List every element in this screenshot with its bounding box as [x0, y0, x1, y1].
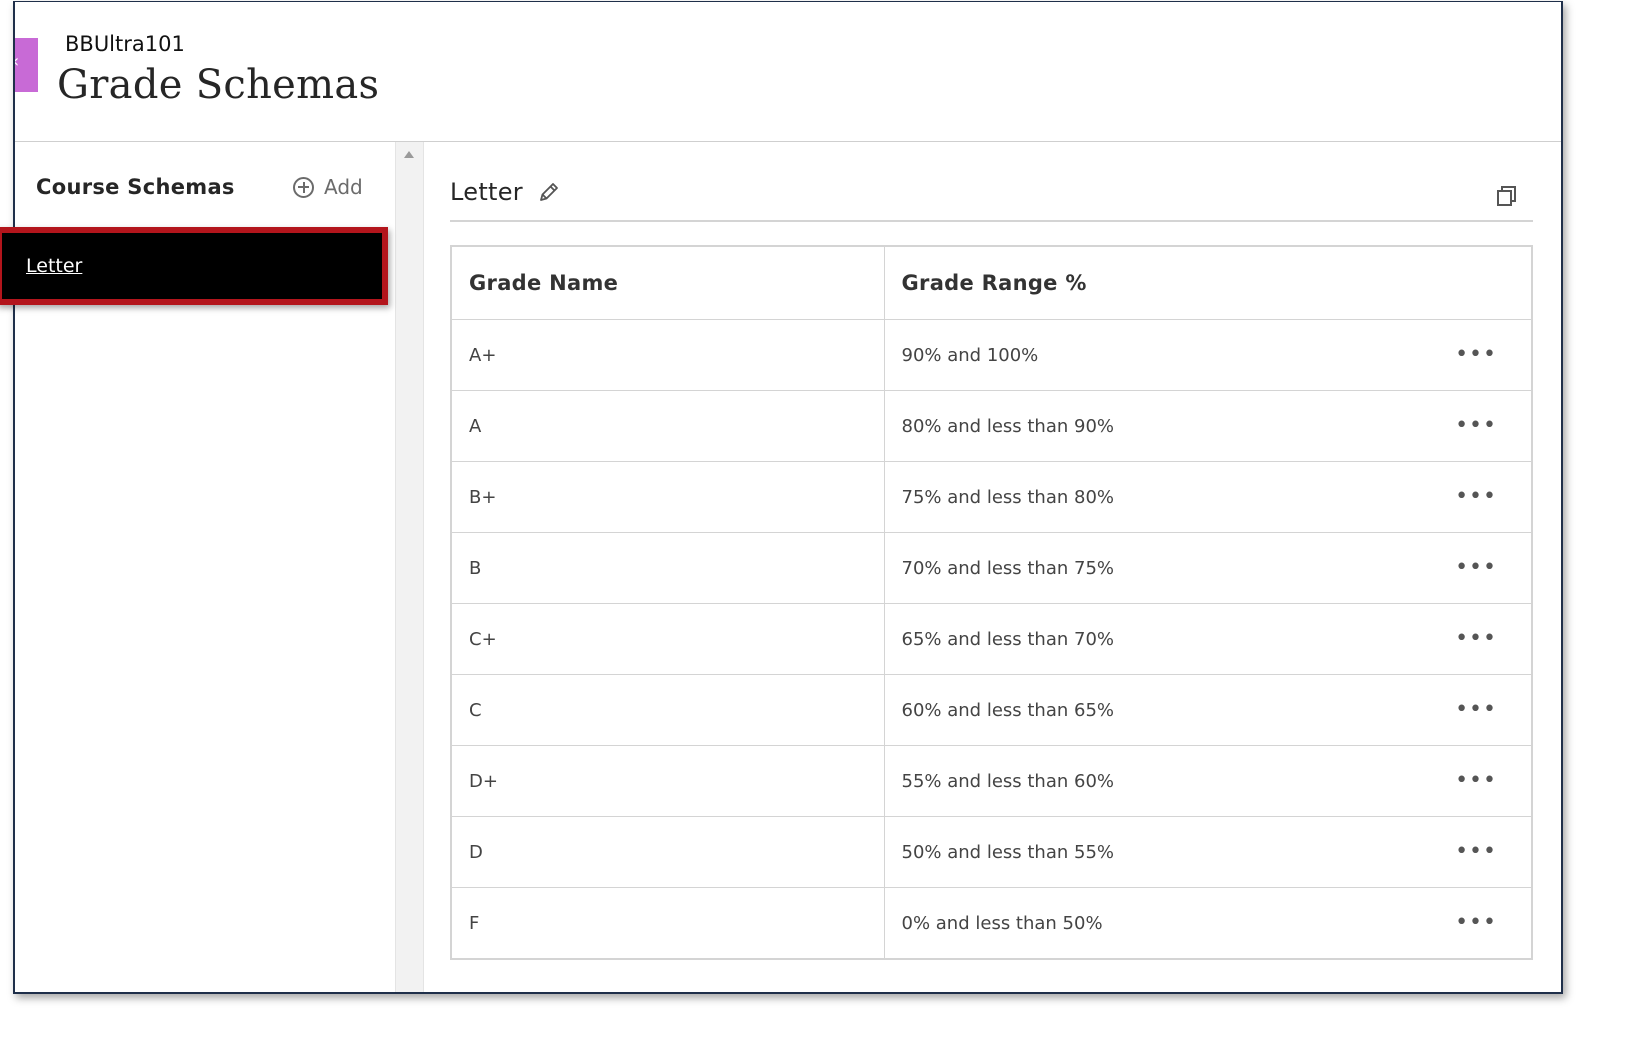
more-options-icon[interactable]: •••: [1455, 415, 1497, 437]
grade-name-cell: F: [450, 887, 885, 960]
table-row: B 70% and less than 75% •••: [450, 532, 1533, 604]
grade-range-cell: 75% and less than 80% •••: [883, 461, 1533, 533]
more-options-icon[interactable]: •••: [1455, 699, 1497, 721]
table-row: D 50% and less than 55% •••: [450, 816, 1533, 888]
more-options-icon[interactable]: •••: [1455, 486, 1497, 508]
back-button[interactable]: ‹: [15, 38, 38, 92]
more-options-icon[interactable]: •••: [1455, 557, 1497, 579]
grade-range-cell: 70% and less than 75% •••: [883, 532, 1533, 604]
grade-name-cell: C: [450, 674, 885, 746]
grade-name-cell: A: [450, 390, 885, 462]
course-schemas-heading: Course Schemas: [36, 175, 235, 199]
grade-name-cell: A+: [450, 319, 885, 391]
grade-range-text: 80% and less than 90%: [901, 415, 1115, 437]
grade-range-cell: 55% and less than 60% •••: [883, 745, 1533, 817]
column-header-grade-name: Grade Name: [450, 245, 885, 320]
grade-name-cell: D: [450, 816, 885, 888]
table-header-row: Grade Name Grade Range %: [450, 245, 1533, 320]
grade-range-cell: 90% and 100% •••: [883, 319, 1533, 391]
grade-range-cell: 80% and less than 90% •••: [883, 390, 1533, 462]
schema-item-letter[interactable]: Letter: [2, 233, 382, 299]
grade-range-text: 60% and less than 65%: [901, 699, 1115, 721]
detail-divider: [450, 220, 1533, 222]
grade-range-text: 65% and less than 70%: [901, 628, 1115, 650]
schema-title-row: Letter: [450, 178, 561, 206]
more-options-icon[interactable]: •••: [1455, 841, 1497, 863]
selection-highlight: Letter: [0, 227, 388, 305]
grade-name-cell: B+: [450, 461, 885, 533]
grade-name-cell: D+: [450, 745, 885, 817]
grade-name-cell: C+: [450, 603, 885, 675]
table-row: F 0% and less than 50% •••: [450, 887, 1533, 960]
column-header-grade-range: Grade Range %: [883, 245, 1533, 320]
scroll-up-icon[interactable]: [404, 151, 414, 158]
grade-range-cell: 60% and less than 65% •••: [883, 674, 1533, 746]
copy-icon[interactable]: [1495, 184, 1519, 208]
page-title: Grade Schemas: [57, 62, 380, 108]
course-name: BBUltra101: [65, 32, 185, 56]
add-schema-button[interactable]: Add: [293, 175, 363, 199]
table-row: C 60% and less than 65% •••: [450, 674, 1533, 746]
table-row: A+ 90% and 100% •••: [450, 319, 1533, 391]
plus-circle-icon: [293, 176, 314, 198]
chevron-left-icon: ‹: [15, 53, 19, 71]
more-options-icon[interactable]: •••: [1455, 770, 1497, 792]
more-options-icon[interactable]: •••: [1455, 628, 1497, 650]
schema-title: Letter: [450, 178, 523, 206]
grade-range-text: 75% and less than 80%: [901, 486, 1115, 508]
grade-range-cell: 0% and less than 50% •••: [883, 887, 1533, 960]
grade-range-cell: 65% and less than 70% •••: [883, 603, 1533, 675]
more-options-icon[interactable]: •••: [1455, 344, 1497, 366]
grade-schema-table: Grade Name Grade Range % A+ 90% and 100%…: [450, 245, 1533, 960]
pencil-icon[interactable]: [537, 180, 561, 204]
grade-name-cell: B: [450, 532, 885, 604]
more-options-icon[interactable]: •••: [1455, 912, 1497, 934]
schema-item-label[interactable]: Letter: [26, 255, 82, 277]
grade-range-text: 50% and less than 55%: [901, 841, 1115, 863]
grade-range-text: 90% and 100%: [901, 344, 1039, 366]
table-row: A 80% and less than 90% •••: [450, 390, 1533, 462]
table-row: D+ 55% and less than 60% •••: [450, 745, 1533, 817]
grade-range-text: 70% and less than 75%: [901, 557, 1115, 579]
grade-range-text: 0% and less than 50%: [901, 912, 1103, 934]
table-row: B+ 75% and less than 80% •••: [450, 461, 1533, 533]
panel-scrollbar[interactable]: [395, 142, 424, 992]
table-row: C+ 65% and less than 70% •••: [450, 603, 1533, 675]
add-label: Add: [324, 175, 363, 199]
grade-range-text: 55% and less than 60%: [901, 770, 1115, 792]
grade-range-cell: 50% and less than 55% •••: [883, 816, 1533, 888]
app-window: ‹ BBUltra101 Grade Schemas Course Schema…: [13, 1, 1563, 994]
